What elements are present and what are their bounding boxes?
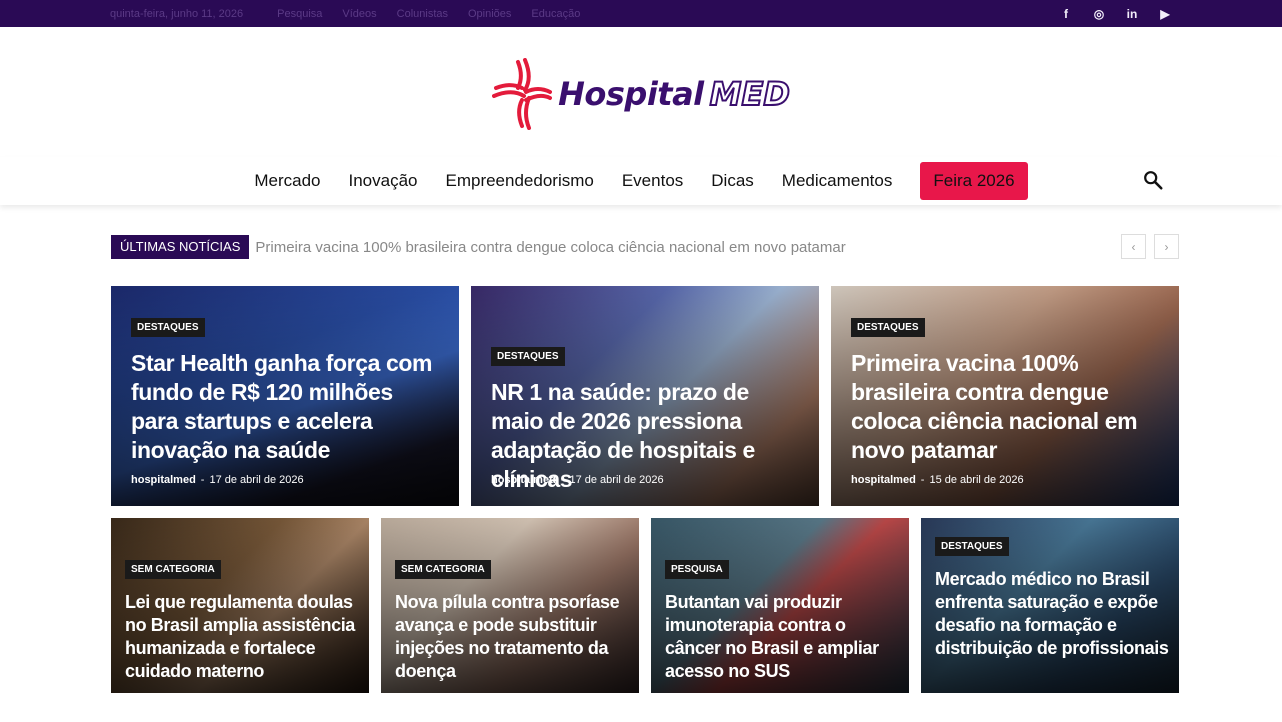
card-date: 17 de abril de 2026 xyxy=(209,474,304,486)
nav-item-inovacao[interactable]: Inovação xyxy=(348,171,417,191)
ticker-next-button[interactable]: › xyxy=(1154,234,1179,259)
news-card[interactable]: DESTAQUES Mercado médico no Brasil enfre… xyxy=(921,518,1179,693)
ticker-headline[interactable]: Primeira vacina 100% brasileira contra d… xyxy=(255,239,955,256)
top-link-educacao[interactable]: Educação xyxy=(531,8,580,20)
card-meta: hospitalmed -17 de abril de 2026 xyxy=(131,474,304,486)
card-title[interactable]: Butantan vai produzir imunoterapia contr… xyxy=(665,591,899,683)
logo-text-hospital: Hospital xyxy=(558,75,704,113)
category-tag[interactable]: DESTAQUES xyxy=(851,318,925,337)
top-link-pesquisa[interactable]: Pesquisa xyxy=(277,8,322,20)
instagram-icon[interactable]: ◎ xyxy=(1092,7,1106,21)
category-tag[interactable]: PESQUISA xyxy=(665,560,729,579)
top-link-colunistas[interactable]: Colunistas xyxy=(397,8,448,20)
card-title[interactable]: Star Health ganha força com fundo de R$ … xyxy=(131,349,445,465)
site-logo[interactable]: Hospital MED xyxy=(492,58,791,130)
ticker-label: ÚLTIMAS NOTÍCIAS xyxy=(111,235,250,259)
news-card[interactable]: SEM CATEGORIA Lei que regulamenta doulas… xyxy=(111,518,369,693)
category-tag[interactable]: SEM CATEGORIA xyxy=(125,560,221,579)
ticker-controls: ‹ › xyxy=(1121,234,1179,259)
search-icon[interactable] xyxy=(1142,169,1164,191)
card-date: 15 de abril de 2026 xyxy=(929,474,1024,486)
top-links: Pesquisa Vídeos Colunistas Opiniões Educ… xyxy=(277,8,580,20)
card-title[interactable]: Nova pílula contra psoríase avança e pod… xyxy=(395,591,629,683)
card-meta: hospitalmed -17 de abril de 2026 xyxy=(491,474,664,486)
card-author[interactable]: hospitalmed xyxy=(131,474,196,486)
youtube-icon[interactable]: ▶ xyxy=(1158,7,1172,21)
nav-item-medicamentos[interactable]: Medicamentos xyxy=(782,171,893,191)
nav-item-mercado[interactable]: Mercado xyxy=(254,171,320,191)
feira-button[interactable]: Feira 2026 xyxy=(920,162,1028,200)
card-date: 17 de abril de 2026 xyxy=(569,474,664,486)
card-title[interactable]: Primeira vacina 100% brasileira contra d… xyxy=(851,349,1165,465)
featured-card[interactable]: DESTAQUES NR 1 na saúde: prazo de maio d… xyxy=(471,286,819,506)
top-link-opinioes[interactable]: Opiniões xyxy=(468,8,511,20)
social-links: f ◎ in ▶ xyxy=(1059,0,1172,27)
category-tag[interactable]: DESTAQUES xyxy=(491,347,565,366)
news-card[interactable]: SEM CATEGORIA Nova pílula contra psorías… xyxy=(381,518,639,693)
card-author[interactable]: hospitalmed xyxy=(491,474,556,486)
top-bar: quinta-feira, junho 11, 2026 Pesquisa Ví… xyxy=(0,0,1282,27)
logo-area: Hospital MED xyxy=(0,27,1282,157)
top-link-videos[interactable]: Vídeos xyxy=(342,8,376,20)
main-nav: Mercado Inovação Empreendedorismo Evento… xyxy=(0,157,1282,205)
nav-item-empreendedorismo[interactable]: Empreendedorismo xyxy=(445,171,593,191)
nav-item-dicas[interactable]: Dicas xyxy=(711,171,754,191)
nav-items: Mercado Inovação Empreendedorismo Evento… xyxy=(254,162,1028,200)
card-author[interactable]: hospitalmed xyxy=(851,474,916,486)
news-ticker: ÚLTIMAS NOTÍCIAS Primeira vacina 100% br… xyxy=(111,234,1179,260)
card-title[interactable]: Lei que regulamenta doulas no Brasil amp… xyxy=(125,591,359,683)
category-tag[interactable]: DESTAQUES xyxy=(935,537,1009,556)
ticker-prev-button[interactable]: ‹ xyxy=(1121,234,1146,259)
logo-mark-icon xyxy=(492,58,553,130)
category-tag[interactable]: SEM CATEGORIA xyxy=(395,560,491,579)
news-card[interactable]: PESQUISA Butantan vai produzir imunotera… xyxy=(651,518,909,693)
featured-card[interactable]: DESTAQUES Primeira vacina 100% brasileir… xyxy=(831,286,1179,506)
current-date: quinta-feira, junho 11, 2026 xyxy=(110,7,244,20)
nav-item-eventos[interactable]: Eventos xyxy=(622,171,683,191)
facebook-icon[interactable]: f xyxy=(1059,7,1073,21)
category-tag[interactable]: DESTAQUES xyxy=(131,318,205,337)
linkedin-icon[interactable]: in xyxy=(1125,7,1139,21)
card-title[interactable]: Mercado médico no Brasil enfrenta satura… xyxy=(935,568,1169,660)
card-meta: hospitalmed -15 de abril de 2026 xyxy=(851,474,1024,486)
logo-text-med: MED xyxy=(709,74,791,114)
featured-card[interactable]: DESTAQUES Star Health ganha força com fu… xyxy=(111,286,459,506)
